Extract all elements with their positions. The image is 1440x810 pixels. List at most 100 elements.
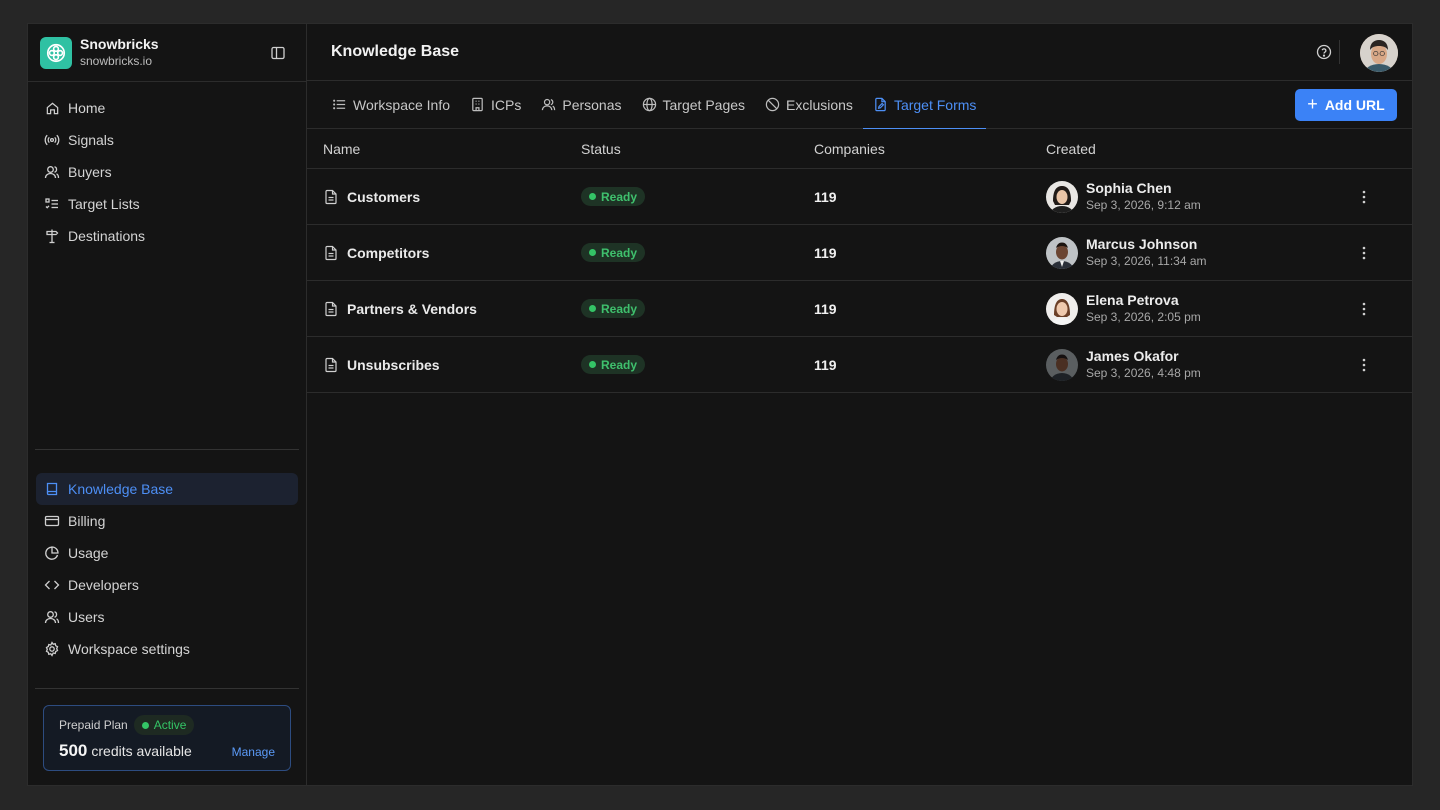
status-dot-icon (589, 305, 596, 312)
nav-item-workspace-settings[interactable]: Workspace settings (36, 633, 298, 665)
more-options-icon[interactable] (1356, 301, 1372, 317)
column-header-companies[interactable]: Companies (814, 141, 1046, 157)
creator-name: James Okafor (1086, 347, 1179, 364)
nav-item-users[interactable]: Users (36, 601, 298, 633)
column-header-name[interactable]: Name (307, 141, 581, 157)
nav-item-label: Developers (68, 577, 139, 593)
nav-item-developers[interactable]: Developers (36, 569, 298, 601)
nav-item-knowledge-base[interactable]: Knowledge Base (36, 473, 298, 505)
credits-label: credits available (91, 743, 192, 759)
table-row[interactable]: Competitors Ready 119 Marcus Johnson Sep… (307, 225, 1412, 281)
manage-plan-link[interactable]: Manage (232, 745, 275, 759)
nav-item-label: Buyers (68, 164, 112, 180)
add-url-label: Add URL (1324, 97, 1385, 113)
tab-workspace-info[interactable]: Workspace Info (331, 81, 451, 128)
created-date: Sep 3, 2026, 9:12 am (1086, 197, 1201, 212)
nav-item-label: Signals (68, 132, 114, 148)
page-header: Knowledge Base (307, 24, 1412, 81)
nav-item-buyers[interactable]: Buyers (36, 156, 298, 188)
table-row[interactable]: Customers Ready 119 Sophia Chen Sep 3, 2… (307, 169, 1412, 225)
globe-icon (642, 97, 657, 112)
help-icon[interactable] (1316, 44, 1332, 60)
companies-count: 119 (814, 244, 837, 261)
file-icon (323, 301, 339, 317)
status-badge: Ready (581, 187, 646, 206)
credit-card-icon (44, 513, 60, 529)
divider (35, 688, 299, 689)
nav-item-label: Workspace settings (68, 641, 190, 657)
file-icon (323, 245, 339, 261)
credits-count: 500 (59, 741, 88, 760)
user-icon (44, 164, 60, 180)
nav-item-signals[interactable]: Signals (36, 124, 298, 156)
row-name: Customers (347, 188, 421, 205)
more-options-icon[interactable] (1356, 245, 1372, 261)
avatar (1046, 236, 1078, 269)
app-window: Snowbricks snowbricks.io Home Signals Bu… (27, 23, 1413, 786)
status-badge-label: Active (153, 718, 187, 732)
tab-personas[interactable]: Personas (540, 81, 622, 128)
tab-target-pages[interactable]: Target Pages (641, 81, 747, 128)
status-label: Ready (601, 301, 638, 316)
status-dot-icon (141, 721, 149, 729)
table-row[interactable]: Partners & Vendors Ready 119 Elena Petro… (307, 281, 1412, 337)
nav-item-label: Billing (68, 513, 106, 529)
target-forms-table: Name Status Companies Created Customers … (307, 129, 1412, 393)
table-header: Name Status Companies Created (307, 129, 1412, 169)
workspace-name: Snowbricks (80, 35, 159, 52)
nav-item-label: Users (68, 609, 105, 625)
workspace-switcher[interactable]: Snowbricks snowbricks.io (28, 24, 306, 82)
sidebar: Snowbricks snowbricks.io Home Signals Bu… (28, 24, 307, 785)
row-name: Partners & Vendors (347, 300, 477, 317)
tab-target-forms[interactable]: Target Forms (862, 81, 987, 129)
signpost-icon (44, 228, 60, 244)
book-icon (44, 481, 60, 497)
created-date: Sep 3, 2026, 4:48 pm (1086, 365, 1201, 380)
column-header-created[interactable]: Created (1046, 141, 1412, 157)
user-avatar[interactable] (1360, 34, 1398, 72)
nav-item-billing[interactable]: Billing (36, 505, 298, 537)
home-icon (44, 100, 60, 116)
nav-item-label: Knowledge Base (68, 481, 174, 497)
tab-label: Personas (562, 96, 622, 113)
status-label: Ready (601, 189, 638, 204)
creator-name: Marcus Johnson (1086, 235, 1198, 252)
tab-label: Target Pages (662, 96, 746, 113)
table-row[interactable]: Unsubscribes Ready 119 James Okafor Sep … (307, 337, 1412, 393)
status-badge: Active (133, 715, 195, 735)
avatar (1046, 180, 1078, 213)
pie-chart-icon (44, 545, 60, 561)
nav-item-usage[interactable]: Usage (36, 537, 298, 569)
status-badge: Ready (581, 299, 646, 318)
list-icon (332, 97, 347, 112)
plus-icon: + (1307, 93, 1318, 114)
companies-count: 119 (814, 300, 837, 317)
primary-nav: Home Signals Buyers Target Lists Destina… (28, 82, 306, 252)
status-dot-icon (589, 361, 596, 368)
add-url-button[interactable]: + Add URL (1295, 89, 1397, 121)
secondary-nav: Knowledge Base Billing Usage Developers … (28, 449, 306, 665)
companies-count: 119 (814, 356, 837, 373)
nav-item-label: Home (68, 100, 106, 116)
nav-item-home[interactable]: Home (36, 92, 298, 124)
signal-icon (44, 132, 60, 148)
nav-item-target-lists[interactable]: Target Lists (36, 188, 298, 220)
tab-label: Exclusions (786, 96, 853, 113)
plan-card: Prepaid Plan Active 500 credits availabl… (43, 705, 291, 771)
divider (35, 449, 299, 450)
header-divider (1339, 40, 1340, 64)
users-icon (541, 97, 556, 112)
status-dot-icon (589, 193, 596, 200)
column-header-status[interactable]: Status (581, 141, 814, 157)
workspace-domain: snowbricks.io (80, 53, 153, 68)
building-icon (470, 97, 485, 112)
tab-bar: Workspace Info ICPs Personas Target Page… (307, 81, 1412, 129)
status-dot-icon (589, 249, 596, 256)
tab-exclusions[interactable]: Exclusions (764, 81, 854, 128)
more-options-icon[interactable] (1356, 357, 1372, 373)
status-label: Ready (601, 245, 638, 260)
nav-item-destinations[interactable]: Destinations (36, 220, 298, 252)
more-options-icon[interactable] (1356, 189, 1372, 205)
sidebar-toggle-icon[interactable] (270, 45, 286, 61)
tab-icps[interactable]: ICPs (469, 81, 522, 128)
